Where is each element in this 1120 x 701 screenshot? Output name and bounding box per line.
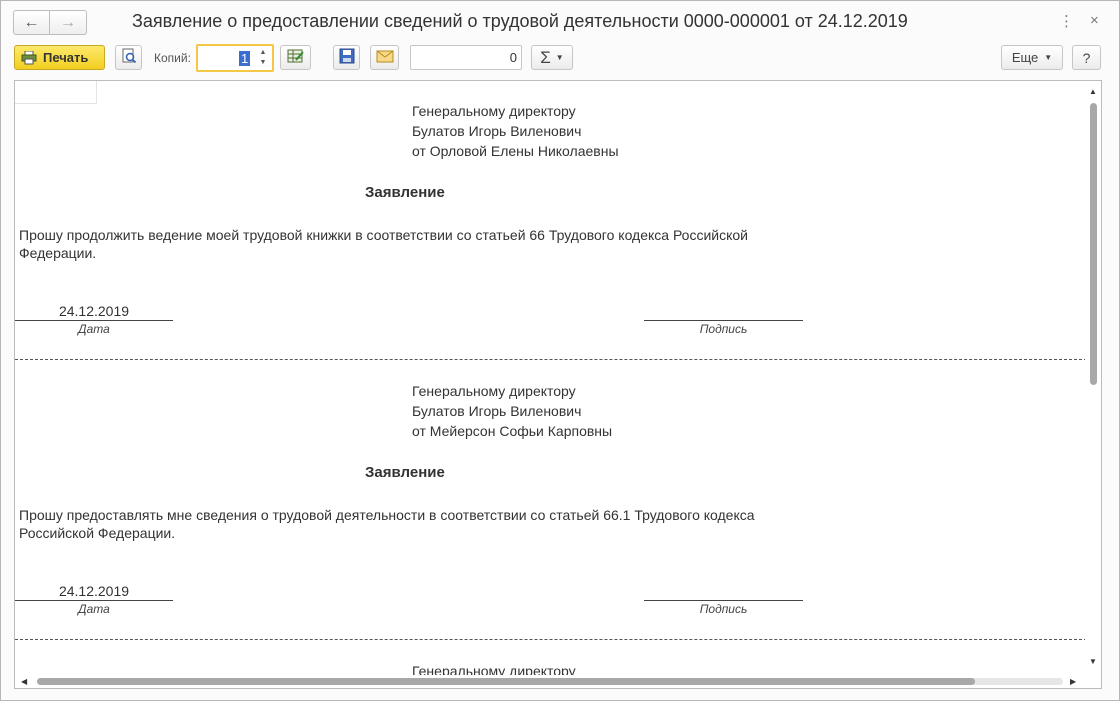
arrow-left-icon: ← — [23, 13, 40, 31]
sum-button[interactable]: Σ ▼ — [531, 45, 573, 70]
save-button[interactable] — [333, 45, 360, 70]
application-body: Прошу предоставлять мне сведения о трудо… — [19, 507, 755, 541]
applicant-name: от Орловой Елены Николаевны — [412, 143, 619, 159]
envelope-icon — [376, 49, 394, 66]
scroll-right-icon[interactable]: ▶ — [1070, 677, 1076, 686]
toolbar: Печать Копий: 1 ▲ ▼ 0 Σ ▼ Еще ▼ ? — [1, 43, 1119, 75]
copies-input[interactable]: 1 ▲ ▼ — [196, 44, 274, 72]
date-line — [15, 320, 173, 321]
arrow-right-icon: → — [60, 13, 76, 31]
date-value: 24.12.2019 — [58, 583, 130, 599]
date-line — [15, 600, 173, 601]
stepper-down-icon[interactable]: ▼ — [256, 58, 270, 68]
scroll-left-icon[interactable]: ◀ — [21, 677, 27, 686]
navigation-buttons: ← → — [13, 10, 88, 35]
back-button[interactable]: ← — [13, 10, 50, 35]
application-heading: Заявление — [365, 184, 445, 201]
scroll-up-icon[interactable]: ▲ — [1089, 87, 1097, 96]
date-caption: Дата — [78, 322, 110, 336]
spreadsheet-document[interactable]: Генеральному директору Булатов Игорь Вил… — [14, 80, 1102, 689]
application-section-2: Генеральному директору Булатов Игорь Вил… — [15, 361, 1087, 641]
horizontal-scrollbar[interactable]: ◀ ▶ — [15, 675, 1087, 688]
sum-field: 0 — [410, 45, 522, 70]
addressee-position: Генеральному директору — [412, 103, 576, 119]
vertical-scroll-thumb[interactable] — [1090, 103, 1097, 385]
application-section-3: Генеральному директору — [15, 641, 1087, 679]
sigma-icon: Σ — [540, 47, 551, 67]
print-button[interactable]: Печать — [14, 45, 105, 70]
help-button[interactable]: ? — [1072, 45, 1101, 70]
signature-caption: Подпись — [699, 602, 748, 616]
signature-caption: Подпись — [699, 322, 748, 336]
page-separator — [15, 639, 1087, 640]
addressee-name: Булатов Игорь Виленович — [412, 403, 582, 419]
preview-button[interactable] — [115, 45, 142, 70]
application-heading: Заявление — [365, 464, 445, 481]
vertical-scrollbar[interactable]: ▲ ▼ — [1085, 81, 1101, 688]
dropdown-caret-icon: ▼ — [1044, 53, 1053, 62]
print-form-window: ← → Заявление о предоставлении сведений … — [0, 0, 1120, 701]
horizontal-scroll-thumb[interactable] — [37, 678, 975, 685]
more-vertical-icon[interactable]: ⋮ — [1059, 12, 1074, 30]
edit-table-icon — [287, 48, 305, 67]
close-icon[interactable]: × — [1090, 12, 1099, 29]
copies-value: 1 — [239, 51, 251, 66]
applicant-name: от Мейерсон Софьи Карповны — [412, 423, 613, 439]
signature-line — [644, 320, 803, 321]
addressee-name: Булатов Игорь Виленович — [412, 123, 582, 139]
application-body: Прошу продолжить ведение моей трудовой к… — [19, 227, 748, 261]
save-disk-icon — [339, 48, 355, 67]
forward-button[interactable]: → — [50, 10, 87, 35]
print-label: Печать — [43, 50, 89, 65]
page-separator — [15, 359, 1087, 360]
printer-icon — [21, 50, 37, 65]
more-actions-button[interactable]: Еще ▼ — [1001, 45, 1063, 70]
more-label: Еще — [1011, 50, 1039, 65]
addressee-position: Генеральному директору — [412, 383, 576, 399]
send-email-button[interactable] — [370, 45, 399, 70]
application-section-1: Генеральному директору Булатов Игорь Вил… — [15, 81, 1087, 361]
page-preview-icon — [121, 48, 137, 67]
date-value: 24.12.2019 — [58, 303, 130, 319]
help-label: ? — [1082, 49, 1091, 66]
signature-line — [644, 600, 803, 601]
window-title: Заявление о предоставлении сведений о тр… — [132, 11, 908, 31]
stepper-up-icon[interactable]: ▲ — [256, 48, 270, 58]
copies-label: Копий: — [154, 51, 191, 65]
copies-stepper[interactable]: ▲ ▼ — [256, 48, 270, 68]
dropdown-caret-icon: ▼ — [555, 53, 564, 62]
scroll-down-icon[interactable]: ▼ — [1089, 657, 1097, 666]
date-caption: Дата — [78, 602, 110, 616]
edit-mode-button[interactable] — [280, 45, 311, 70]
title-bar: ← → Заявление о предоставлении сведений … — [1, 1, 1119, 43]
